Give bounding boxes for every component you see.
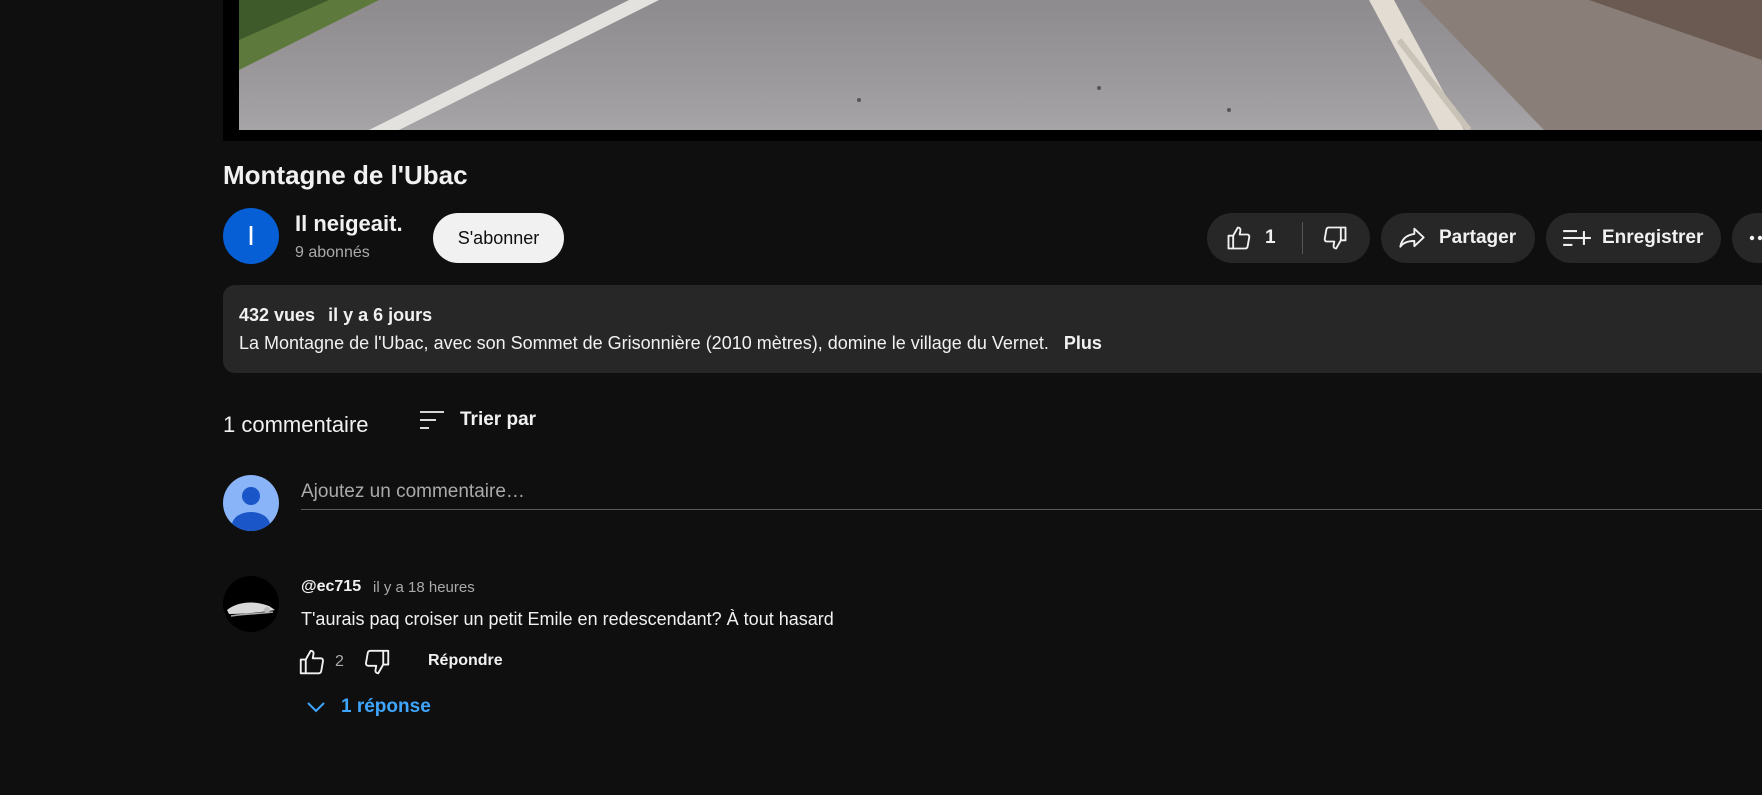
sort-button[interactable]: Trier par (418, 408, 536, 432)
video-title: Montagne de l'Ubac (223, 160, 468, 190)
channel-name[interactable]: Il neigeait. (295, 211, 403, 237)
view-count: 432 vues (239, 305, 316, 325)
share-label: Partager (1439, 227, 1517, 248)
thumbs-up-icon (297, 647, 327, 677)
dislike-button[interactable] (1303, 213, 1349, 263)
comment-like-count: 2 (335, 653, 344, 670)
like-dislike-group: 1 (1207, 213, 1370, 263)
thumbs-down-icon (1321, 224, 1349, 252)
chevron-down-icon (305, 700, 327, 714)
sort-icon (418, 408, 446, 432)
description-text: La Montagne de l'Ubac, avec son Sommet d… (239, 333, 1049, 353)
share-button[interactable]: Partager (1381, 213, 1535, 263)
save-label: Enregistrer (1602, 227, 1704, 248)
add-comment-input[interactable]: Ajoutez un commentaire… (301, 475, 1762, 510)
more-actions-button[interactable] (1732, 213, 1762, 263)
user-silhouette-icon (223, 475, 279, 531)
comment-author-avatar[interactable] (223, 576, 279, 632)
add-to-playlist-icon (1562, 226, 1592, 250)
user-avatar (223, 475, 279, 531)
description-box[interactable]: 432 vues il y a 6 jours La Montagne de l… (223, 285, 1762, 373)
like-count: 1 (1265, 227, 1276, 248)
description-text-row: La Montagne de l'Ubac, avec son Sommet d… (239, 333, 1102, 354)
comment-author[interactable]: @ec715 (301, 578, 361, 596)
more-horizontal-icon (1748, 234, 1762, 242)
save-button[interactable]: Enregistrer (1546, 213, 1721, 263)
sort-label: Trier par (460, 409, 537, 430)
subscribe-button[interactable]: S'abonner (433, 213, 564, 263)
comment-dislike-button[interactable] (362, 647, 392, 677)
video-frame[interactable] (239, 0, 1762, 130)
share-icon (1397, 224, 1427, 252)
show-replies-button[interactable]: 1 réponse (305, 696, 431, 718)
thumbs-down-icon (362, 647, 392, 677)
subscriber-count: 9 abonnés (295, 244, 370, 261)
comment-like-button[interactable] (297, 647, 327, 677)
replies-label: 1 réponse (341, 696, 431, 717)
reply-button[interactable]: Répondre (428, 652, 503, 670)
description-meta: 432 vues il y a 6 jours (239, 305, 432, 326)
like-button[interactable]: 1 (1207, 213, 1302, 263)
upload-date: il y a 6 jours (328, 305, 433, 325)
video-player[interactable] (223, 0, 1762, 141)
comment-count: 1 commentaire (223, 412, 369, 437)
channel-avatar-letter: I (247, 220, 255, 251)
add-comment-placeholder: Ajoutez un commentaire… (301, 481, 525, 502)
thumbs-up-icon (1225, 224, 1253, 252)
description-more-button[interactable]: Plus (1064, 333, 1102, 353)
comment-time[interactable]: il y a 18 heures (373, 579, 475, 596)
comment-text: T'aurais paq croiser un petit Emile en r… (301, 609, 834, 629)
channel-avatar[interactable]: I (223, 208, 279, 264)
